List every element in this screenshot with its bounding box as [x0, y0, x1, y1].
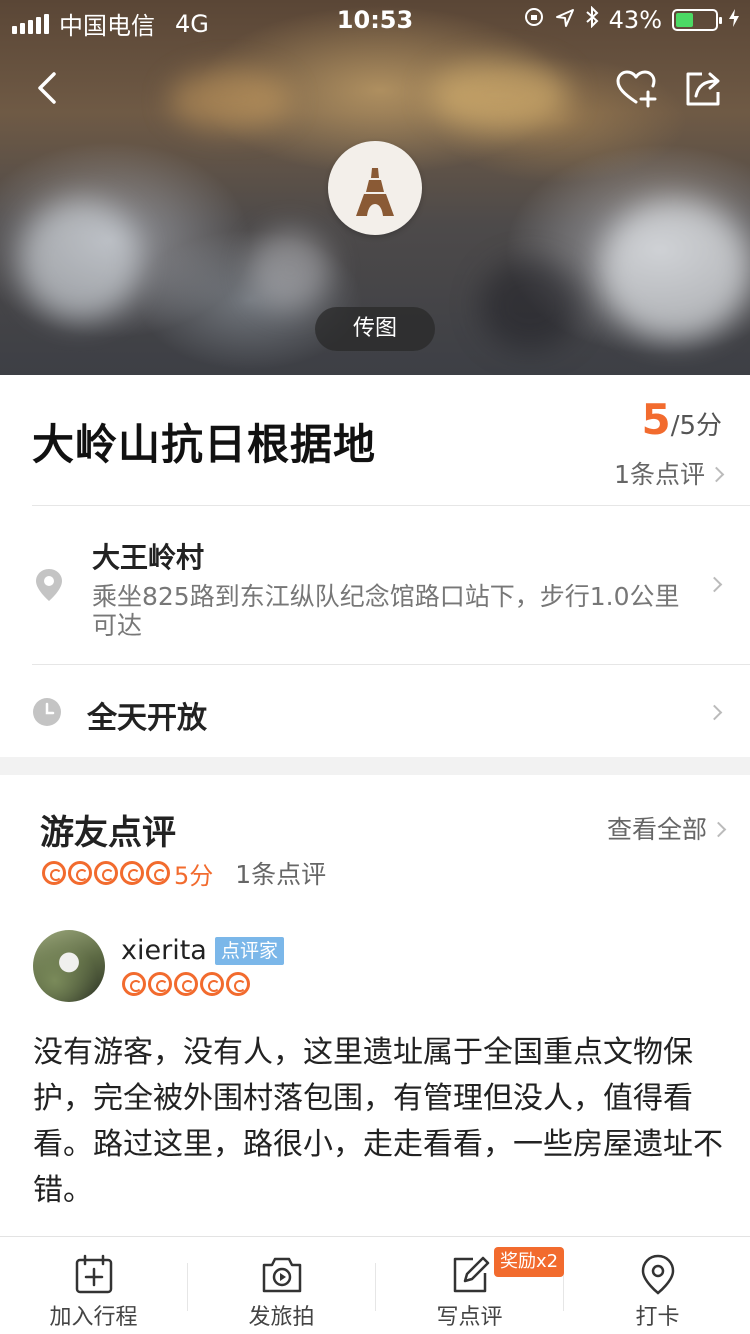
reviewer-name[interactable]: xierita: [121, 935, 207, 966]
tab-label: 写点评: [436, 1305, 503, 1330]
view-all-reviews-link[interactable]: 查看全部: [606, 810, 727, 846]
eiffel-tower-icon: [356, 160, 394, 216]
review-text[interactable]: 没有游客，没有人，这里遗址属于全国重点文物保护，完全被外围村落包围，有管理但没人…: [33, 1030, 723, 1214]
rating-star-icon: [174, 972, 198, 996]
location-arrow-icon: [555, 6, 575, 34]
review-count-link[interactable]: 1条点评: [614, 455, 725, 491]
bottom-action-bar: 加入行程 发旅拍 写点评 打卡: [0, 1236, 750, 1334]
poi-score: 5/5分: [641, 395, 722, 444]
chevron-right-icon: [710, 821, 727, 837]
tab-label: 加入行程: [49, 1305, 138, 1330]
poi-logo: [328, 141, 422, 235]
share-button[interactable]: [680, 64, 728, 112]
tab-label: 发旅拍: [248, 1305, 315, 1330]
rating-star-icon: [68, 861, 92, 885]
share-icon: [686, 72, 720, 106]
rating-star-icon: [120, 861, 144, 885]
favorite-button[interactable]: [612, 64, 660, 112]
reviewer-rating-stars: [122, 972, 250, 996]
battery-percent: 43%: [608, 6, 662, 34]
opening-hours-row[interactable]: 全天开放: [0, 665, 750, 757]
charging-icon: [728, 6, 740, 34]
rating-star-icon: [94, 861, 118, 885]
chevron-right-icon: [708, 466, 725, 482]
edit-icon: [449, 1253, 491, 1299]
rating-star-icon: [200, 972, 224, 996]
camera-icon: [260, 1253, 304, 1299]
summary-review-count: 1条点评: [235, 860, 327, 889]
reviews-section-title: 游友点评: [40, 813, 176, 853]
score-suffix: /5分: [670, 411, 722, 441]
check-in-button[interactable]: 打卡: [564, 1237, 750, 1334]
address-name: 大王岭村: [92, 541, 205, 574]
reviewer-badge: 点评家: [215, 937, 285, 965]
status-bar: 中国电信 4G 10:53 43%: [0, 0, 750, 40]
score-value: 5: [641, 395, 671, 444]
orientation-lock-icon: [523, 6, 545, 34]
chevron-left-icon: [38, 72, 56, 104]
calendar-add-icon: [73, 1253, 115, 1299]
rating-summary: 5分 1条点评: [42, 855, 326, 891]
location-pin-icon: [638, 1253, 678, 1301]
battery-icon: [672, 9, 722, 31]
section-separator: [0, 757, 750, 775]
rating-star-icon: [226, 972, 250, 996]
bluetooth-icon: [585, 5, 599, 34]
clock-icon: [32, 697, 62, 731]
reward-badge: 奖励x2: [494, 1247, 565, 1277]
page-title: 大岭山抗日根据地: [32, 420, 377, 469]
opening-hours: 全天开放: [87, 701, 207, 736]
summary-score: 5分: [174, 861, 214, 890]
poi-header: 大岭山抗日根据地 5/5分 1条点评: [0, 375, 750, 505]
location-pin-icon: [34, 568, 64, 606]
chevron-right-icon: [706, 576, 723, 593]
avatar[interactable]: [33, 930, 105, 1002]
rating-stars: [42, 861, 170, 885]
address-row[interactable]: 大王岭村 乘坐825路到东江纵队纪念馆路口站下，步行1.0公里可达: [0, 506, 750, 664]
review-count-label: 1条点评: [614, 460, 705, 489]
rating-star-icon: [146, 861, 170, 885]
hero-cover-photo[interactable]: 中国电信 4G 10:53 43% 传图: [0, 0, 750, 375]
address-directions: 乘坐825路到东江纵队纪念馆路口站下，步行1.0公里可达: [92, 582, 680, 640]
post-travel-photo-button[interactable]: 发旅拍: [188, 1237, 375, 1334]
back-button[interactable]: [24, 64, 72, 112]
rating-star-icon: [122, 972, 146, 996]
add-to-itinerary-button[interactable]: 加入行程: [0, 1237, 187, 1334]
rating-star-icon: [42, 861, 66, 885]
chevron-right-icon: [706, 704, 723, 721]
upload-photo-button[interactable]: 传图: [315, 307, 435, 351]
view-all-label: 查看全部: [606, 815, 707, 844]
tab-label: 打卡: [635, 1305, 680, 1330]
rating-star-icon: [148, 972, 172, 996]
heart-add-icon: [616, 70, 657, 108]
